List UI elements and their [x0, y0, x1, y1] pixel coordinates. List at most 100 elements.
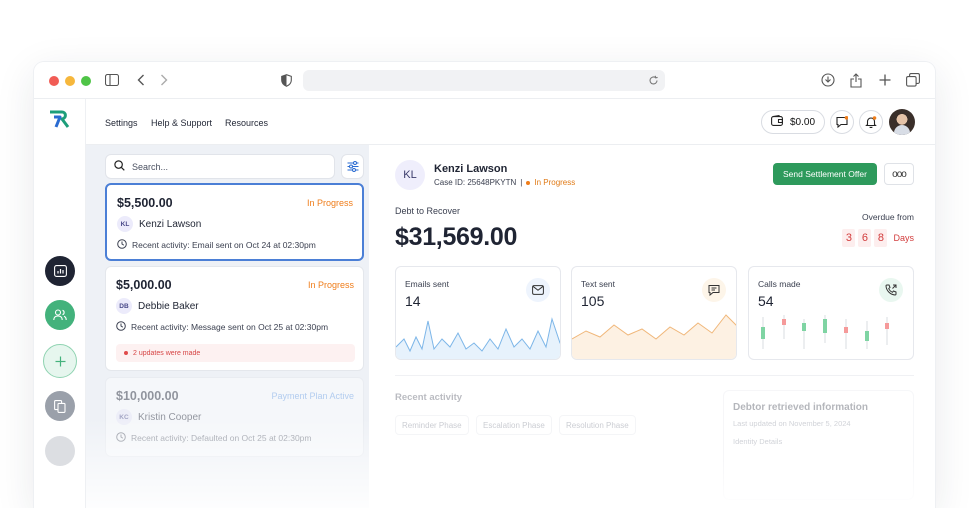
debtor-card[interactable]: $5,000.00 In Progress DB Debbie Baker Recent… — [105, 266, 364, 371]
search-input[interactable] — [132, 161, 322, 172]
clock-icon — [116, 432, 126, 444]
debt-label: Debt to Recover — [395, 206, 461, 216]
debtor-avatar: KL — [395, 160, 425, 190]
filter-button[interactable] — [341, 154, 364, 179]
card-activity: Recent activity: Email sent on Oct 24 at… — [117, 239, 316, 251]
nav-resources[interactable]: Resources — [225, 118, 268, 128]
phase-tab-escalation[interactable]: Escalation Phase — [476, 415, 552, 435]
search-box[interactable] — [105, 154, 335, 179]
add-icon[interactable] — [43, 344, 77, 378]
case-info: Case ID: 25648PKYTN | In Progress — [434, 178, 575, 187]
balance-amount: $0.00 — [790, 116, 816, 128]
card-initials: KL — [117, 216, 133, 232]
clock-icon — [117, 239, 127, 251]
info-title: Debtor retrieved information — [733, 402, 869, 413]
sidebar-toggle-icon[interactable] — [103, 71, 121, 89]
stat-card-emails: Emails sent 14 — [395, 266, 561, 360]
stat-card-calls: Calls made 54 — [748, 266, 914, 360]
overdue-digit: 8 — [874, 229, 888, 247]
address-bar[interactable] — [303, 70, 665, 91]
wallet-balance-button[interactable]: $0.00 — [761, 110, 825, 134]
card-status: In Progress — [307, 280, 354, 290]
update-notice-text: 2 updates were made — [133, 349, 201, 357]
info-row-identity[interactable]: Identity Details — [733, 437, 782, 446]
close-window-button[interactable] — [49, 76, 59, 86]
privacy-shield-icon[interactable] — [277, 71, 295, 89]
card-amount: $10,000.00 — [116, 389, 179, 403]
card-activity: Recent activity: Message sent on Oct 25 … — [116, 321, 328, 333]
calls-candlestick — [761, 315, 889, 349]
case-id: Case ID: 25648PKYTN — [434, 178, 517, 187]
phase-tab-resolution[interactable]: Resolution Phase — [559, 415, 636, 435]
card-initials: DB — [116, 298, 132, 314]
section-divider — [395, 375, 914, 376]
send-settlement-offer-button[interactable]: Send Settlement Offer — [773, 163, 877, 185]
card-status: In Progress — [306, 198, 353, 208]
chat-icon[interactable] — [830, 110, 854, 134]
users-icon[interactable] — [45, 300, 75, 330]
card-activity-text: Recent activity: Email sent on Oct 24 at… — [132, 240, 316, 250]
debtor-list-panel: $5,500.00 In Progress KL Kenzi Lawson Recent… — [86, 145, 369, 508]
debtor-card[interactable]: $10,000.00 Payment Plan Active KC Kristin C… — [105, 377, 364, 457]
stat-value: 54 — [758, 293, 774, 309]
app-logo[interactable] — [48, 109, 72, 134]
more-options-button[interactable]: ooo — [884, 163, 914, 185]
stat-label: Emails sent — [405, 279, 449, 289]
overdue-digit: 3 — [842, 229, 856, 247]
phase-tab-reminder[interactable]: Reminder Phase — [395, 415, 469, 435]
overdue-days: 3 6 8 Days — [842, 229, 914, 247]
card-debtor: KL Kenzi Lawson — [117, 216, 201, 232]
browser-window: Settings Help & Support Resources $0.00 — [34, 62, 935, 508]
back-icon[interactable] — [132, 71, 150, 89]
minimize-window-button[interactable] — [65, 76, 75, 86]
search-icon — [114, 158, 125, 176]
info-updated: Last updated on November 5, 2024 — [733, 419, 851, 428]
stat-label: Calls made — [758, 279, 801, 289]
debtor-detail-panel: KL Kenzi Lawson Case ID: 25648PKYTN | In… — [369, 145, 935, 508]
status-dot — [526, 180, 531, 185]
recent-activity-title: Recent activity — [395, 392, 463, 403]
top-navigation: Settings Help & Support Resources $0.00 — [86, 99, 935, 145]
case-separator: | — [520, 178, 523, 187]
browser-toolbar — [34, 62, 935, 99]
debtor-info-card: Debtor retrieved information Last update… — [723, 390, 914, 500]
card-activity: Recent activity: Defaulted on Oct 25 at … — [116, 432, 312, 444]
debtor-card[interactable]: $5,500.00 In Progress KL Kenzi Lawson Recent… — [105, 183, 364, 261]
card-name: Kristin Cooper — [138, 411, 202, 423]
download-icon[interactable] — [819, 71, 837, 89]
bell-icon[interactable] — [859, 110, 883, 134]
share-icon[interactable] — [847, 71, 865, 89]
stat-value: 105 — [581, 293, 605, 309]
user-avatar[interactable] — [889, 109, 915, 135]
card-initials: KC — [116, 409, 132, 425]
tab-overview-icon[interactable] — [904, 71, 922, 89]
card-name: Kenzi Lawson — [139, 218, 202, 230]
filter-icon — [347, 161, 358, 172]
documents-icon[interactable] — [45, 391, 75, 421]
mail-icon — [526, 278, 550, 302]
stat-label: Text sent — [581, 279, 616, 289]
emails-sparkline — [396, 317, 560, 359]
stat-card-texts: Text sent 105 — [571, 266, 737, 360]
overdue-digit: 6 — [858, 229, 872, 247]
card-debtor: DB Debbie Baker — [116, 298, 199, 314]
message-icon — [702, 278, 726, 302]
nav-help-support[interactable]: Help & Support — [151, 118, 212, 128]
update-notice: 2 updates were made — [116, 344, 355, 362]
card-debtor: KC Kristin Cooper — [116, 409, 201, 425]
card-amount: $5,000.00 — [116, 278, 172, 292]
card-amount: $5,500.00 — [117, 196, 173, 210]
forward-icon[interactable] — [155, 71, 173, 89]
nav-settings[interactable]: Settings — [105, 118, 138, 128]
dashboard-icon[interactable] — [45, 256, 75, 286]
new-tab-icon[interactable] — [876, 71, 894, 89]
maximize-window-button[interactable] — [81, 76, 91, 86]
texts-sparkline — [572, 314, 736, 359]
stat-value: 14 — [405, 293, 421, 309]
reload-icon[interactable] — [648, 73, 659, 91]
alert-dot — [124, 351, 128, 355]
overdue-days-word: Days — [893, 233, 914, 243]
app-sidebar — [34, 99, 86, 508]
settings-icon[interactable] — [45, 436, 75, 466]
debt-amount: $31,569.00 — [395, 223, 518, 251]
